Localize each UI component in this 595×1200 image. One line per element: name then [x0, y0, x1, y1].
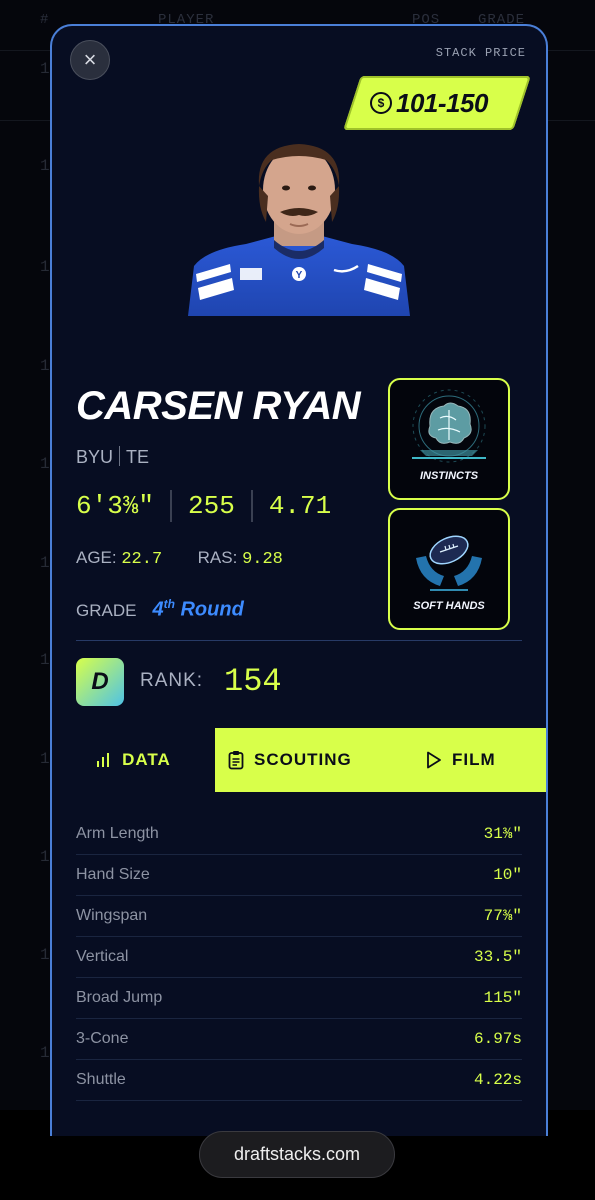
stat-value: 115": [483, 989, 522, 1007]
bg-row-number: 1: [40, 157, 50, 175]
bg-row-number: 1: [40, 455, 50, 473]
bg-row-number: 1: [40, 946, 50, 964]
measurables: 6'3⅜" 255 4.71: [76, 490, 331, 522]
stat-row: Wingspan 77⅜": [76, 896, 522, 937]
bg-row-number: 1: [40, 1044, 50, 1062]
player-school: BYU: [76, 447, 114, 467]
play-icon: [427, 751, 441, 769]
tab-film-label: FILM: [452, 750, 496, 769]
grade-word: Round: [180, 598, 244, 621]
tab-film[interactable]: FILM: [426, 728, 496, 792]
rank-value: 154: [224, 663, 282, 700]
grade-number: 4: [152, 598, 164, 621]
age-value: 22.7: [121, 550, 163, 569]
bg-row-number: 1: [40, 258, 50, 276]
grade-row: GRADE 4th Round: [76, 597, 244, 622]
player-position: TE: [126, 447, 150, 467]
stat-row: Broad Jump 115": [76, 978, 522, 1019]
stat-row: Vertical 33.5": [76, 937, 522, 978]
stat-value: 6.97s: [473, 1030, 522, 1048]
tab-data-label: DATA: [122, 750, 171, 769]
separator: [119, 446, 121, 466]
stat-label: Hand Size: [76, 866, 150, 883]
jersey-logo: Y: [296, 270, 303, 281]
badge-label-soft-hands: SOFT HANDS: [413, 600, 485, 612]
player-photo: Y: [188, 144, 410, 316]
player-forty: 4.71: [268, 491, 332, 521]
divider: [170, 490, 173, 522]
stat-label: Broad Jump: [76, 989, 163, 1006]
bar-chart-icon: [97, 753, 110, 767]
school-position: BYU TE: [76, 446, 149, 468]
stat-row: 3-Cone 6.97s: [76, 1019, 522, 1060]
bg-row-number: 1: [40, 357, 50, 375]
close-icon: ×: [83, 47, 97, 72]
player-card: × STACK PRICE $ 101-150 Y CARSEN RYAN BY…: [50, 24, 548, 1136]
site-url-pill[interactable]: draftstacks.com: [199, 1131, 395, 1178]
bg-row-number: 1: [40, 554, 50, 572]
player-weight: 255: [188, 491, 235, 521]
close-button[interactable]: ×: [70, 40, 110, 80]
stat-value: 10": [493, 866, 522, 884]
stat-value: 31⅜": [483, 825, 522, 843]
stat-label: Vertical: [76, 948, 129, 965]
badge-label-instincts: INSTINCTS: [419, 470, 479, 482]
tab-bar: DATA SCOUTING FILM: [52, 728, 546, 792]
section-divider: [76, 640, 522, 641]
bg-row-number: 1: [40, 848, 50, 866]
stat-label: 3-Cone: [76, 1030, 129, 1047]
stat-row: Shuttle 4.22s: [76, 1060, 522, 1101]
badge-instincts[interactable]: INSTINCTS: [388, 378, 510, 500]
stat-value: 4.22s: [473, 1071, 522, 1089]
stat-label: Shuttle: [76, 1071, 126, 1088]
stat-row: Hand Size 10": [76, 855, 522, 896]
stat-label: Arm Length: [76, 825, 159, 842]
stat-value: 33.5": [473, 948, 522, 966]
bg-row-number: 1: [40, 60, 50, 78]
tab-scouting-label: SCOUTING: [254, 750, 352, 769]
stat-value: 77⅜": [483, 907, 522, 925]
age-ras-row: AGE: 22.7 RAS: 9.28: [76, 548, 283, 569]
divider: [250, 490, 253, 522]
stat-label: Wingspan: [76, 907, 148, 924]
ras-value: 9.28: [242, 550, 283, 569]
rank-label: RANK:: [140, 670, 204, 691]
stack-price-value: 101-150: [396, 87, 488, 118]
rank-tier-badge: D: [76, 658, 124, 706]
grade-suffix: th: [163, 597, 175, 611]
age-label: AGE:: [76, 548, 117, 567]
dollar-swap-icon: $: [370, 92, 392, 114]
tab-scouting[interactable]: SCOUTING: [228, 728, 352, 792]
stat-row: Arm Length 31⅜": [76, 814, 522, 855]
tab-data[interactable]: DATA: [52, 728, 215, 792]
bg-row-number: 1: [40, 651, 50, 669]
grade-label: GRADE: [76, 600, 137, 620]
stack-price-label: STACK PRICE: [435, 46, 526, 60]
grade-value: 4th Round: [152, 597, 243, 622]
player-height: 6'3⅜": [76, 491, 155, 521]
bg-row-number: 1: [40, 750, 50, 768]
bg-header-num: #: [40, 12, 50, 28]
ras-label: RAS:: [197, 548, 238, 567]
player-name: CARSEN RYAN: [76, 384, 361, 428]
clipboard-icon: [228, 751, 244, 770]
stack-price-content: $ 101-150: [370, 76, 488, 130]
stats-list: Arm Length 31⅜" Hand Size 10" Wingspan 7…: [76, 814, 522, 1101]
badge-soft-hands[interactable]: SOFT HANDS: [388, 508, 510, 630]
